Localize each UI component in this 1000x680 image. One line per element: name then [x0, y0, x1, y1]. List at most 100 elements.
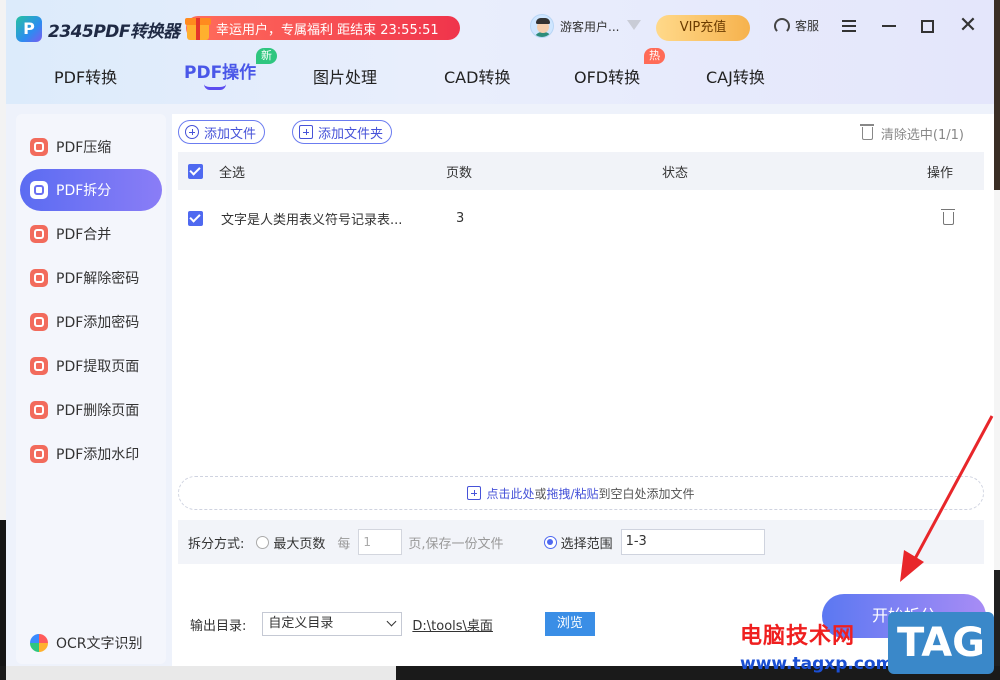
add-file-label: 添加文件	[204, 126, 257, 142]
max-pages-label[interactable]: 最大页数	[273, 533, 325, 552]
tab-image-processing[interactable]: 图片处理	[313, 64, 377, 88]
main-tabs: PDF转换 PDF操作 图片处理 CAD转换 OFD转换 CAJ转换	[6, 58, 994, 104]
minimize-icon[interactable]	[877, 14, 901, 38]
drag-paste-text: 拖拽/粘贴	[546, 486, 599, 501]
clear-selected-label: 清除选中(1/1)	[880, 128, 964, 143]
split-options: 拆分方式: 最大页数 每 1 页,保存一份文件 选择范围 1-3	[178, 520, 984, 564]
max-pages-radio[interactable]	[256, 535, 270, 549]
sidebar-item-add-password[interactable]: PDF添加密码	[20, 301, 162, 343]
drop-zone[interactable]: 点击此处 或 拖拽/粘贴 到空白处添加文件	[178, 476, 984, 510]
promo-text: 幸运用户，专属福利 距结束 23:55:51	[216, 22, 439, 38]
promo-banner[interactable]: 幸运用户，专属福利 距结束 23:55:51	[185, 16, 460, 40]
pages-suffix-label: 页,保存一份文件	[408, 536, 504, 552]
sidebar-item-compress[interactable]: PDF压缩	[20, 126, 162, 168]
trash-icon	[859, 124, 874, 140]
drop-hint-text: 到空白处添加文件	[598, 486, 695, 501]
app-window: P 2345PDF转换器 幸运用户，专属福利 距结束 23:55:51 游客用户…	[6, 0, 994, 666]
unlock-icon	[30, 269, 48, 287]
maximize-icon[interactable]	[915, 14, 939, 38]
new-badge: 新	[256, 48, 277, 64]
customer-service-button[interactable]: 客服	[774, 17, 819, 34]
desktop-right-edge	[994, 0, 1000, 680]
sidebar-item-label: PDF提取页面	[56, 359, 140, 375]
desktop-bottom-edge	[0, 666, 1000, 680]
output-directory-row: 输出目录: 自定义目录 D:\tools\桌面 浏览	[190, 612, 595, 636]
range-label[interactable]: 选择范围	[561, 533, 613, 552]
sidebar-item-delete-pages[interactable]: PDF删除页面	[20, 389, 162, 431]
app-title: 2345PDF转换器	[48, 21, 180, 42]
output-label: 输出目录:	[190, 618, 247, 634]
tab-ofd-convert[interactable]: OFD转换	[574, 64, 640, 88]
sidebar-item-label: PDF拆分	[56, 183, 112, 199]
file-pages: 3	[456, 210, 465, 226]
title-bar: P 2345PDF转换器 幸运用户，专属福利 距结束 23:55:51 游客用户…	[6, 0, 994, 104]
sidebar-item-ocr[interactable]: OCR文字识别	[20, 622, 162, 664]
header-pages: 页数	[446, 165, 473, 181]
split-mode-label: 拆分方式:	[188, 536, 245, 552]
file-name: 文字是人类用表义符号记录表...	[221, 212, 403, 228]
range-input[interactable]: 1-3	[620, 529, 765, 555]
split-icon	[30, 181, 48, 199]
output-path-link[interactable]: D:\tools\桌面	[412, 615, 493, 634]
user-name[interactable]: 游客用户...	[560, 18, 619, 35]
sidebar-item-label: PDF合并	[56, 227, 112, 243]
logo-icon: P	[16, 16, 42, 42]
sidebar-item-label: PDF压缩	[56, 140, 112, 156]
sidebar-item-extract-pages[interactable]: PDF提取页面	[20, 345, 162, 387]
headset-icon	[774, 17, 790, 34]
output-dir-value: 自定义目录	[268, 616, 334, 631]
browse-button[interactable]: 浏览	[544, 612, 595, 636]
menu-icon[interactable]	[837, 14, 861, 38]
diamond-icon	[627, 20, 642, 32]
output-dir-select[interactable]: 自定义目录	[262, 612, 403, 636]
add-folder-button[interactable]: 添加文件夹	[292, 120, 393, 144]
plus-square-icon	[467, 486, 482, 500]
sidebar-item-label: PDF添加水印	[56, 447, 140, 463]
select-all-checkbox[interactable]	[188, 163, 203, 179]
table-row[interactable]: 文字是人类用表义符号记录表... 3	[178, 200, 984, 236]
sidebar-item-label: PDF添加密码	[56, 315, 140, 331]
click-here-link[interactable]: 点击此处	[486, 485, 534, 502]
sidebar-item-label: OCR文字识别	[56, 636, 143, 652]
tab-caj-convert[interactable]: CAJ转换	[706, 64, 765, 88]
hot-badge: 热	[644, 48, 665, 64]
every-label: 每	[337, 536, 351, 552]
add-file-button[interactable]: 添加文件	[178, 120, 266, 144]
sidebar-item-add-watermark[interactable]: PDF添加水印	[20, 433, 162, 475]
main-panel: 添加文件 添加文件夹 清除选中(1/1) 全选 页数 状态 操作 文字是人类用表…	[172, 114, 994, 666]
table-header: 全选 页数 状态 操作	[178, 152, 984, 190]
pages-per-file-input[interactable]: 1	[358, 529, 403, 555]
extract-icon	[30, 357, 48, 375]
sidebar-item-split[interactable]: PDF拆分	[20, 169, 162, 211]
ocr-icon	[30, 634, 48, 652]
active-tab-indicator	[204, 84, 226, 90]
range-radio[interactable]	[543, 535, 557, 549]
sidebar: PDF压缩 PDF拆分 PDF合并 PDF解除密码 PDF添加密码 PDF提取页…	[16, 114, 166, 664]
user-area[interactable]: 游客用户...	[530, 14, 642, 38]
delete-pages-icon	[30, 401, 48, 419]
gift-icon	[184, 12, 212, 42]
delete-row-icon[interactable]	[941, 208, 955, 225]
tab-pdf-convert[interactable]: PDF转换	[54, 64, 117, 88]
avatar[interactable]	[530, 14, 554, 38]
tab-pdf-operations[interactable]: PDF操作	[184, 58, 256, 83]
stamp-icon	[30, 445, 48, 463]
start-split-button[interactable]: 开始拆分	[822, 594, 986, 638]
sidebar-item-label: PDF解除密码	[56, 271, 140, 287]
close-icon[interactable]: ✕	[956, 14, 980, 38]
sidebar-item-merge[interactable]: PDF合并	[20, 213, 162, 255]
row-checkbox[interactable]	[188, 210, 203, 226]
drop-or-text: 或	[534, 486, 547, 501]
sidebar-item-label: PDF删除页面	[56, 403, 140, 419]
sidebar-item-remove-password[interactable]: PDF解除密码	[20, 257, 162, 299]
header-select-all: 全选	[219, 165, 246, 181]
chevron-down-icon	[386, 616, 397, 627]
vip-recharge-button[interactable]: VIP充值	[656, 15, 750, 41]
app-logo: P 2345PDF转换器	[16, 16, 180, 42]
merge-icon	[30, 225, 48, 243]
compress-icon	[30, 138, 48, 156]
tab-cad-convert[interactable]: CAD转换	[444, 64, 510, 88]
clear-selected-button[interactable]: 清除选中(1/1)	[859, 124, 964, 143]
lock-icon	[30, 313, 48, 331]
header-actions: 操作	[927, 165, 954, 181]
